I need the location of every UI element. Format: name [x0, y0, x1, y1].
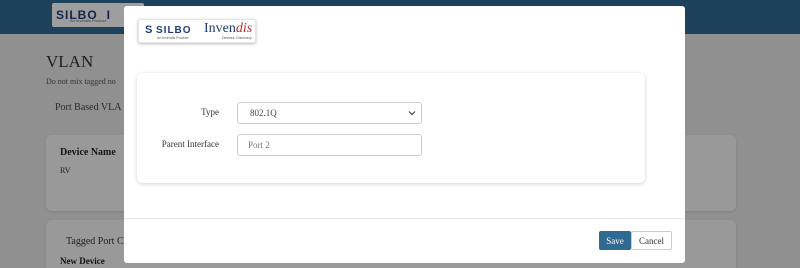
cancel-button[interactable]: Cancel: [631, 231, 672, 250]
invendis-main: Inven: [204, 21, 236, 36]
modal-footer-divider: [124, 218, 685, 219]
parent-interface-input[interactable]: [237, 134, 422, 156]
type-select-value: 802.1Q: [250, 108, 277, 118]
modal-logo: S SILBO An Invendis Product Invendis Dev…: [138, 19, 256, 43]
type-select[interactable]: 802.1Q: [237, 102, 422, 124]
vlan-form-card: [137, 73, 645, 183]
parent-interface-label: Parent Interface: [161, 139, 219, 149]
invendis-tagline: Devices. Discovery.: [222, 36, 253, 40]
chevron-down-icon: [408, 111, 416, 116]
save-button[interactable]: Save: [599, 231, 631, 250]
silbo-wordmark: SILBO: [156, 25, 192, 36]
silbo-tagline: An Invendis Product: [157, 36, 189, 40]
type-label: Type: [201, 107, 219, 117]
invendis-accent: dis: [235, 21, 253, 36]
invendis-wordmark: Invendis: [204, 21, 252, 37]
silbo-s-icon: S: [145, 24, 153, 36]
